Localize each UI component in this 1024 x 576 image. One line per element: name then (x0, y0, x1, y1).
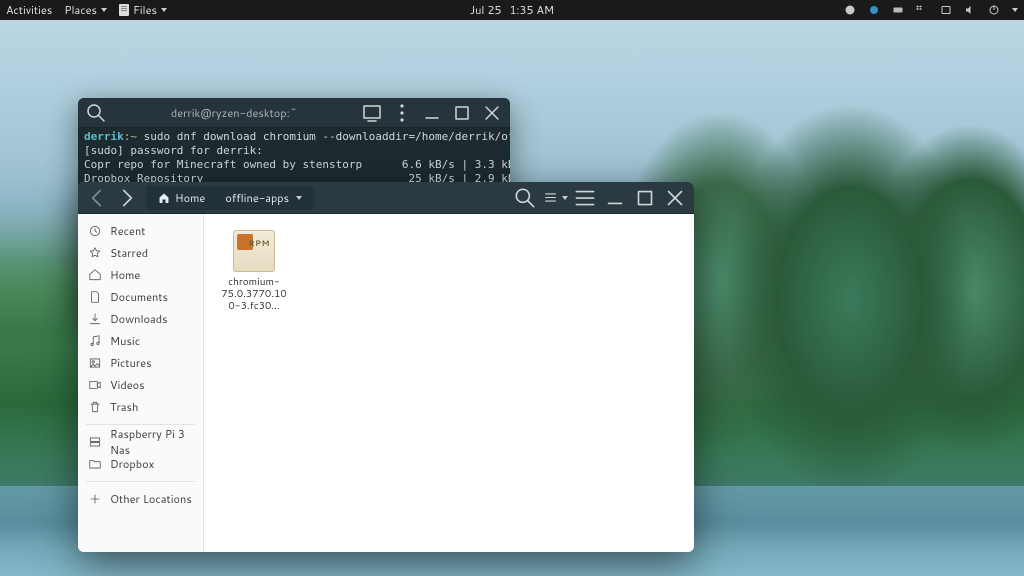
sidebar-item-label: Documents (110, 289, 168, 305)
files-headerbar[interactable]: Home offline-apps (78, 182, 694, 214)
repo-1: Copr repo for Minecraft owned by stensto… (84, 158, 510, 171)
sidebar-item-label: Other Locations (110, 491, 192, 507)
prompt-user: derrik (84, 130, 124, 143)
maximize-button[interactable] (450, 102, 474, 124)
sidebar-item-nas[interactable]: Raspberry Pi 3 Nas (78, 431, 203, 453)
videos-icon (88, 378, 102, 392)
minimize-button[interactable] (602, 186, 628, 210)
home-icon (158, 192, 170, 204)
sidebar-item-other-locations[interactable]: Other Locations (78, 488, 203, 510)
minimize-button[interactable] (420, 102, 444, 124)
trash-icon (88, 400, 102, 414)
files-window: Home offline-apps Recent Starred Home Do… (78, 182, 694, 552)
view-list-button[interactable] (542, 186, 568, 210)
folder-icon (88, 457, 102, 471)
recent-icon (88, 224, 102, 238)
maximize-button[interactable] (632, 186, 658, 210)
file-item-rpm[interactable]: RPM chromium-75.0.3770.100-3.fc30... (214, 224, 294, 318)
file-name-label: chromium-75.0.3770.100-3.fc30... (220, 276, 288, 312)
app-menu-label: Files (133, 2, 157, 18)
downloads-icon (88, 312, 102, 326)
time-label: 1:35 AM (509, 2, 554, 18)
sidebar-item-home[interactable]: Home (78, 264, 203, 286)
hamburger-menu-button[interactable] (572, 186, 598, 210)
sidebar-separator (86, 481, 195, 482)
terminal-title: derrik@ryzen-desktop:~ (114, 105, 354, 121)
power-icon[interactable] (988, 4, 1000, 16)
chevron-down-icon (161, 8, 167, 12)
star-icon (88, 246, 102, 260)
places-label: Places (64, 2, 97, 18)
clock[interactable]: Jul 25 1:35 AM (470, 2, 554, 18)
sidebar-item-videos[interactable]: Videos (78, 374, 203, 396)
sidebar-item-downloads[interactable]: Downloads (78, 308, 203, 330)
sidebar-item-documents[interactable]: Documents (78, 286, 203, 308)
gnome-top-bar: Activities Places Files Jul 25 1:35 AM (0, 0, 1024, 20)
workspace-tray-icon[interactable] (940, 4, 952, 16)
files-sidebar: Recent Starred Home Documents Downloads … (78, 214, 204, 552)
files-app-icon (119, 4, 129, 16)
search-button[interactable] (512, 186, 538, 210)
forward-button[interactable] (114, 186, 140, 210)
chevron-down-icon[interactable] (1012, 8, 1018, 12)
volume-icon[interactable] (964, 4, 976, 16)
chevron-down-icon (296, 196, 302, 200)
close-button[interactable] (480, 102, 504, 124)
sidebar-item-label: Dropbox (110, 456, 154, 472)
path-bar: Home offline-apps (146, 186, 314, 210)
sidebar-item-pictures[interactable]: Pictures (78, 352, 203, 374)
activities-button[interactable]: Activities (6, 2, 52, 18)
system-tray (844, 4, 1018, 16)
terminal-command: sudo dnf download chromium --downloaddir… (137, 130, 510, 143)
terminal-screen-icon[interactable] (360, 102, 384, 124)
sidebar-item-recent[interactable]: Recent (78, 220, 203, 242)
sidebar-item-label: Videos (110, 377, 145, 393)
sidebar-item-label: Trash (110, 399, 138, 415)
path-home[interactable]: Home (148, 187, 215, 209)
music-icon (88, 334, 102, 348)
server-icon (88, 435, 102, 449)
terminal-headerbar[interactable]: derrik@ryzen-desktop:~ (78, 98, 510, 128)
app-menu-files[interactable]: Files (119, 2, 167, 18)
sidebar-item-label: Recent (110, 223, 145, 239)
dropbox-tray-icon[interactable] (916, 4, 928, 16)
pictures-icon (88, 356, 102, 370)
search-icon[interactable] (84, 102, 108, 124)
sidebar-item-starred[interactable]: Starred (78, 242, 203, 264)
sudo-line: [sudo] password for derrik: (84, 144, 263, 157)
sidebar-item-label: Downloads (110, 311, 168, 327)
kebab-menu-icon[interactable] (390, 102, 414, 124)
prompt-path: :~ (124, 130, 137, 143)
rpm-package-icon: RPM (233, 230, 275, 272)
sidebar-item-trash[interactable]: Trash (78, 396, 203, 418)
sidebar-item-music[interactable]: Music (78, 330, 203, 352)
rpm-badge: RPM (248, 237, 270, 249)
keyboard-tray-icon[interactable] (892, 4, 904, 16)
close-button[interactable] (662, 186, 688, 210)
date-label: Jul 25 (470, 2, 501, 18)
files-content[interactable]: RPM chromium-75.0.3770.100-3.fc30... (204, 214, 694, 552)
sidebar-item-label: Home (110, 267, 140, 283)
discord-tray-icon[interactable] (844, 4, 856, 16)
chevron-down-icon (101, 8, 107, 12)
chevron-down-icon (562, 196, 568, 200)
path-home-label: Home (175, 190, 205, 206)
back-button[interactable] (84, 186, 110, 210)
path-current[interactable]: offline-apps (215, 187, 312, 209)
sidebar-item-label: Pictures (110, 355, 152, 371)
plus-icon (88, 492, 102, 506)
updates-tray-icon[interactable] (868, 4, 880, 16)
home-icon (88, 268, 102, 282)
places-menu[interactable]: Places (64, 2, 107, 18)
sidebar-item-label: Music (110, 333, 140, 349)
path-current-label: offline-apps (225, 190, 289, 206)
documents-icon (88, 290, 102, 304)
sidebar-item-label: Raspberry Pi 3 Nas (110, 426, 193, 458)
sidebar-separator (86, 424, 195, 425)
sidebar-item-label: Starred (110, 245, 148, 261)
